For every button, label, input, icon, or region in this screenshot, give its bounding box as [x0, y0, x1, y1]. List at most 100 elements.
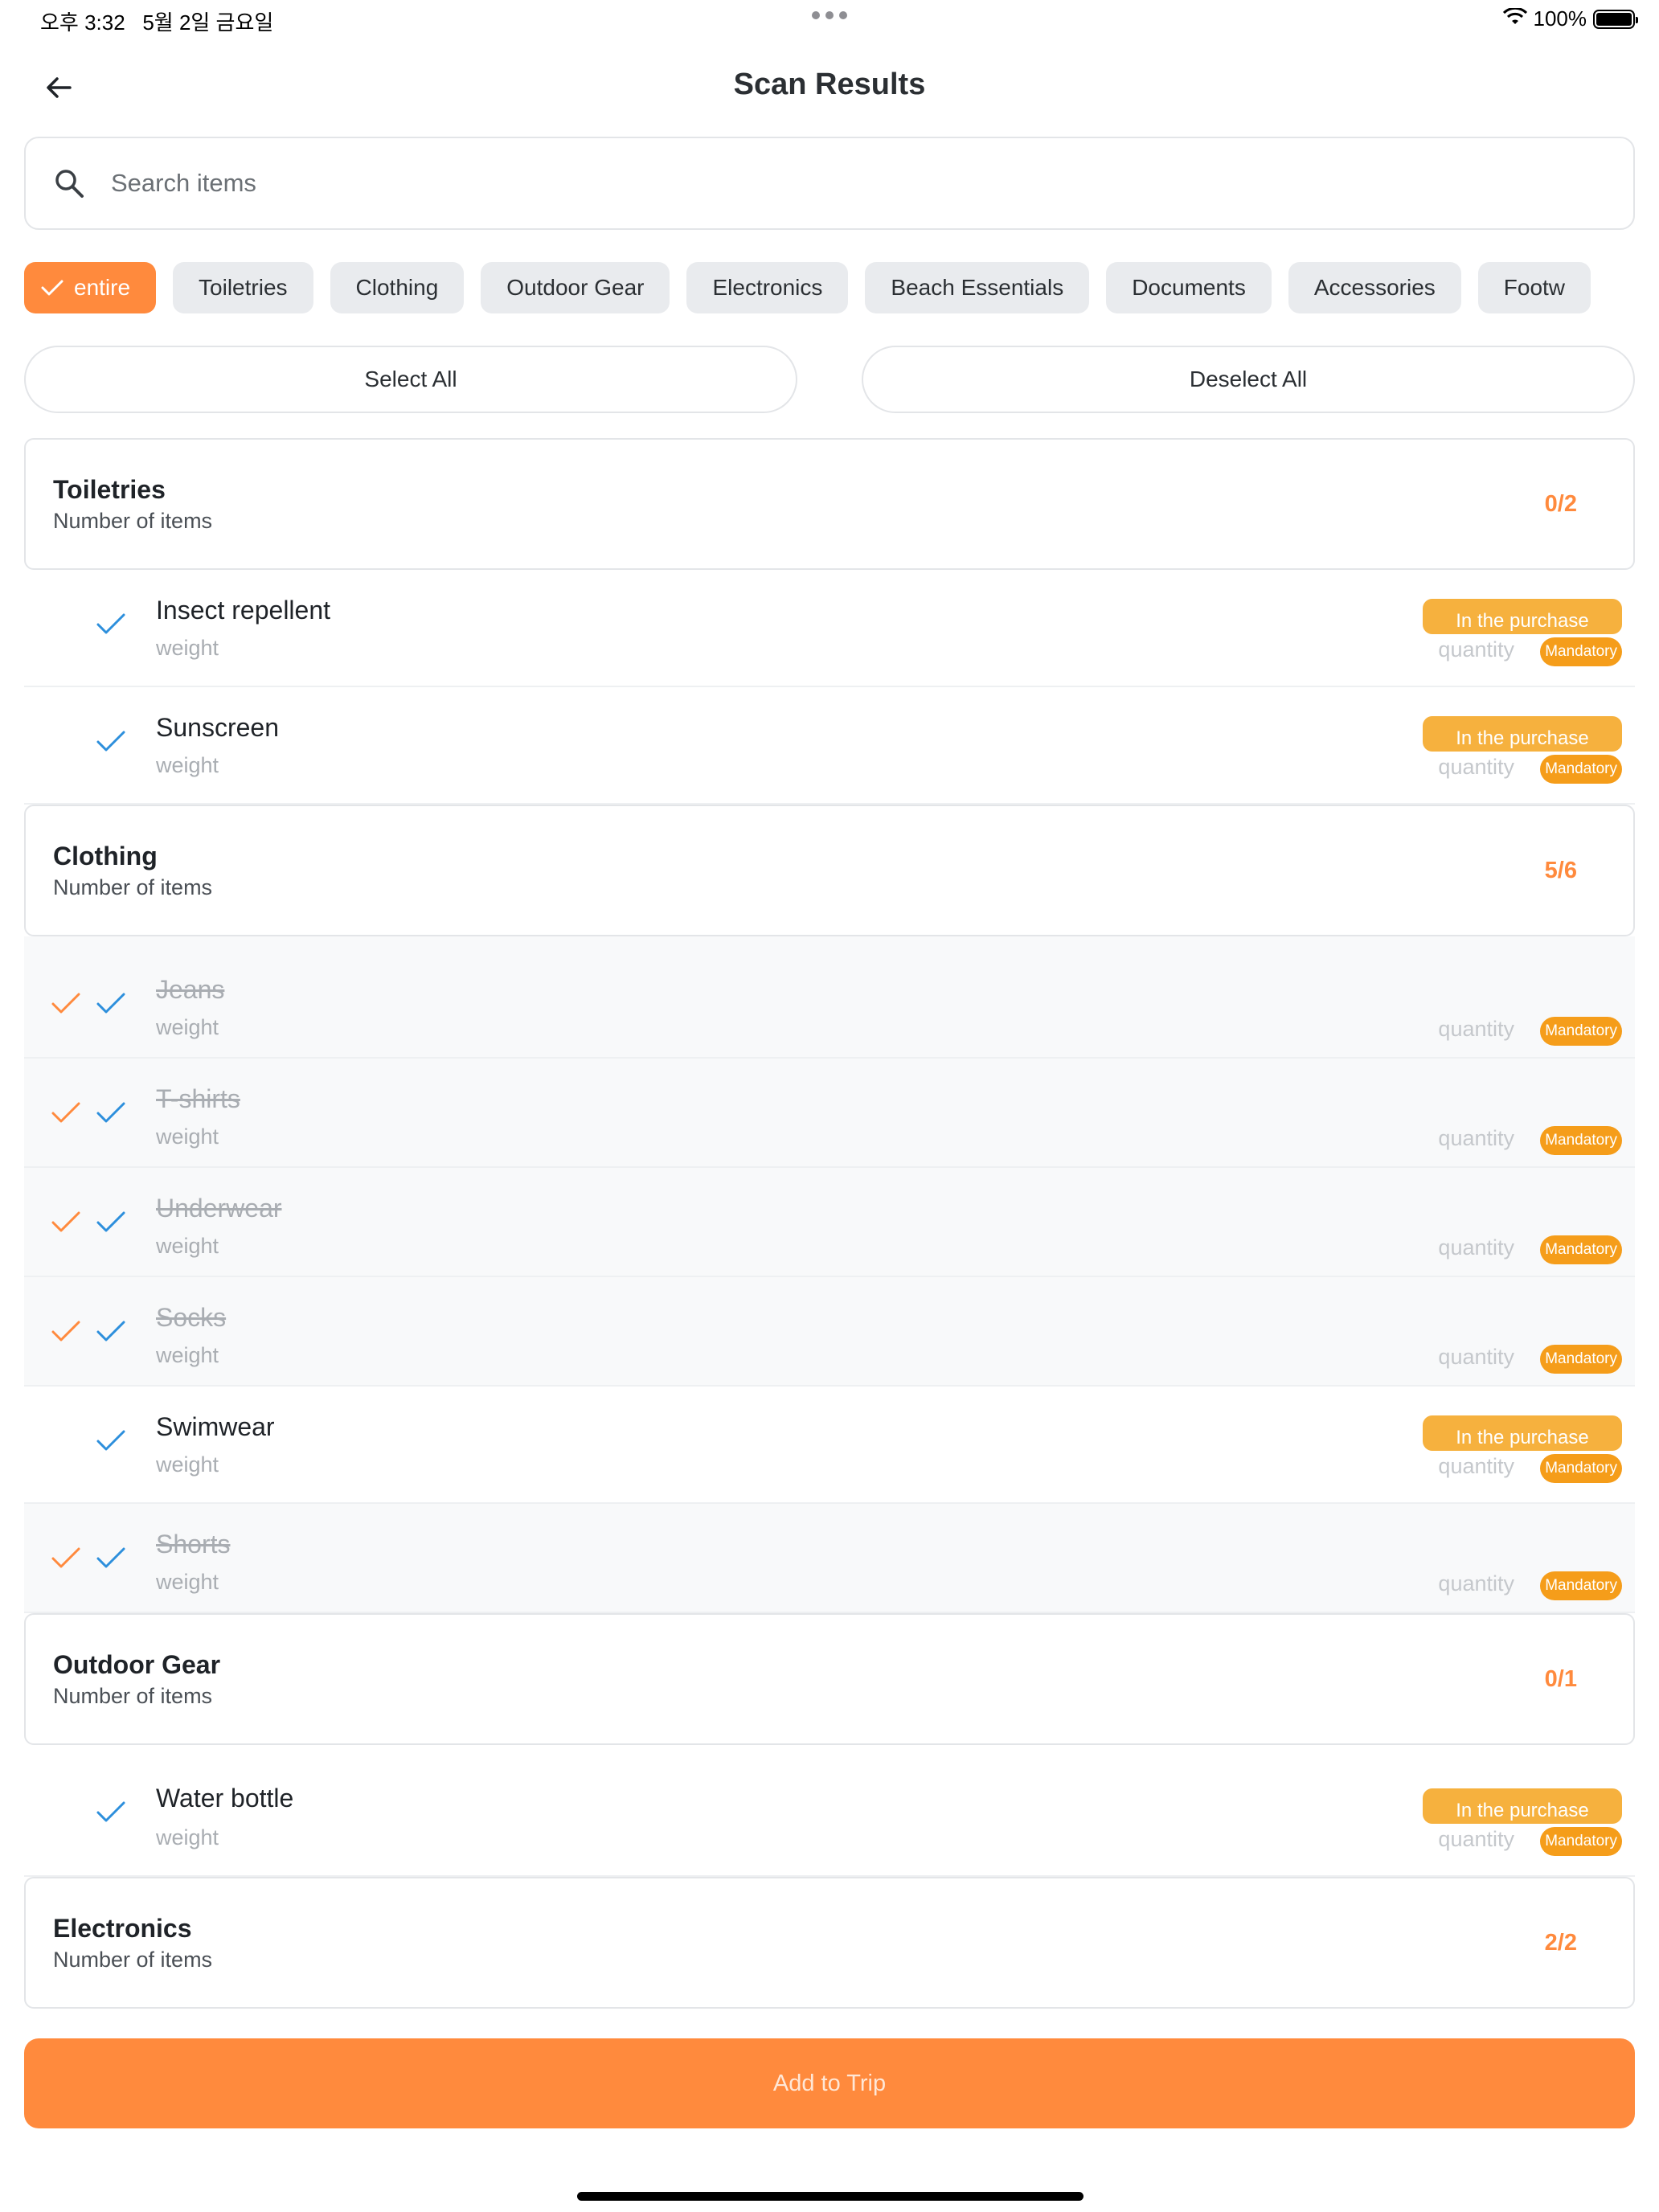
list-item[interactable]: Sunscreen weight In the purchase quantit…	[24, 687, 1635, 805]
chip-label: Beach Essentials	[891, 275, 1064, 300]
item-quantity: quantity	[1438, 755, 1514, 779]
purchase-badge[interactable]: In the purchase	[1423, 599, 1622, 634]
check-icon[interactable]	[95, 1319, 127, 1345]
packed-check-icon[interactable]	[50, 1319, 82, 1345]
multitask-dots-icon[interactable]	[812, 11, 847, 19]
status-right: 100%	[1502, 6, 1638, 31]
item-quantity: quantity	[1438, 1235, 1514, 1260]
chip-entire[interactable]: entire	[24, 262, 157, 313]
list-item[interactable]: Jeans weight quantity Mandatory	[24, 949, 1635, 1059]
status-bar: 오후 3:32 5월 2일 금요일 100%	[0, 0, 1659, 40]
mandatory-badge: Mandatory	[1540, 1571, 1622, 1600]
chip-label: Footw	[1503, 275, 1566, 300]
mandatory-badge: Mandatory	[1540, 1235, 1622, 1264]
chip-electronics[interactable]: Electronics	[686, 262, 849, 313]
chip-outdoor-gear[interactable]: Outdoor Gear	[481, 262, 670, 313]
item-quantity: quantity	[1438, 1827, 1514, 1851]
list-item[interactable]: Insect repellent weight In the purchase …	[24, 570, 1635, 687]
list-item[interactable]: Swimwear weight In the purchase quantity…	[24, 1387, 1635, 1504]
chip-label: entire	[74, 275, 131, 300]
purchase-badge[interactable]: In the purchase	[1423, 1415, 1622, 1451]
mandatory-badge: Mandatory	[1540, 637, 1622, 666]
category-header-outdoor-gear[interactable]: Outdoor Gear Number of items 0/1	[24, 1613, 1635, 1745]
category-name: Toiletries	[53, 475, 166, 504]
category-header-clothing[interactable]: Clothing Number of items 5/6	[24, 805, 1635, 936]
item-name: Insect repellent	[156, 596, 331, 625]
check-icon[interactable]	[95, 1100, 127, 1126]
packed-check-icon[interactable]	[50, 991, 82, 1017]
chip-label: Accessories	[1313, 275, 1436, 300]
check-icon[interactable]	[95, 1210, 127, 1235]
item-weight: weight	[156, 1234, 219, 1258]
select-all-button[interactable]: Select All	[24, 346, 797, 413]
list-item[interactable]: Water bottle weight In the purchase quan…	[24, 1745, 1635, 1877]
mandatory-badge: Mandatory	[1540, 1345, 1622, 1374]
packed-check-icon[interactable]	[50, 1100, 82, 1126]
check-icon[interactable]	[95, 729, 127, 755]
list-item[interactable]: Socks weight quantity Mandatory	[24, 1277, 1635, 1387]
search-box[interactable]	[24, 137, 1635, 230]
battery-percent: 100%	[1533, 6, 1587, 31]
search-input[interactable]	[111, 169, 1558, 198]
deselect-all-button[interactable]: Deselect All	[862, 346, 1635, 413]
chip-documents[interactable]: Documents	[1106, 262, 1272, 313]
category-name: Electronics	[53, 1914, 192, 1943]
check-icon[interactable]	[95, 991, 127, 1017]
list-item[interactable]: T-shirts weight quantity Mandatory	[24, 1059, 1635, 1168]
check-icon[interactable]	[95, 1800, 127, 1825]
item-weight: weight	[156, 753, 219, 777]
item-name: Socks	[156, 1303, 227, 1332]
item-name: T-shirts	[156, 1084, 240, 1113]
chip-toiletries[interactable]: Toiletries	[173, 262, 313, 313]
chip-label: Clothing	[355, 275, 439, 300]
check-icon[interactable]	[95, 612, 127, 637]
packed-check-icon[interactable]	[50, 1210, 82, 1235]
check-icon[interactable]	[95, 1428, 127, 1454]
item-name: Underwear	[156, 1194, 282, 1223]
scan-results-list: Toiletries Number of items 0/2 Insect re…	[24, 438, 1635, 2009]
item-quantity: quantity	[1438, 1571, 1514, 1596]
item-quantity: quantity	[1438, 637, 1514, 662]
item-quantity: quantity	[1438, 1345, 1514, 1369]
category-count: 0/2	[1544, 491, 1577, 517]
packed-check-icon[interactable]	[50, 1546, 82, 1571]
item-name: Sunscreen	[156, 713, 279, 742]
purchase-badge[interactable]: In the purchase	[1423, 716, 1622, 752]
list-item[interactable]: Shorts weight quantity Mandatory	[24, 1504, 1635, 1613]
page-title: Scan Results	[733, 68, 926, 101]
add-to-trip-button[interactable]: Add to Trip	[24, 2038, 1635, 2128]
chip-label: Electronics	[712, 275, 823, 300]
chip-label: Documents	[1132, 275, 1246, 300]
item-weight: weight	[156, 1343, 219, 1367]
chip-accessories[interactable]: Accessories	[1288, 262, 1461, 313]
chip-label: Toiletries	[199, 275, 288, 300]
category-subtitle: Number of items	[53, 509, 213, 533]
list-item[interactable]: Underwear weight quantity Mandatory	[24, 1168, 1635, 1277]
check-icon	[40, 278, 64, 297]
item-weight: weight	[156, 636, 219, 660]
chip-clothing[interactable]: Clothing	[330, 262, 465, 313]
item-weight: weight	[156, 1124, 219, 1149]
category-subtitle: Number of items	[53, 1684, 213, 1708]
chip-beach-essentials[interactable]: Beach Essentials	[865, 262, 1090, 313]
category-header-electronics[interactable]: Electronics Number of items 2/2	[24, 1877, 1635, 2009]
category-count: 5/6	[1544, 858, 1577, 883]
category-subtitle: Number of items	[53, 875, 213, 899]
item-weight: weight	[156, 1825, 219, 1849]
category-header-toiletries[interactable]: Toiletries Number of items 0/2	[24, 438, 1635, 570]
item-weight: weight	[156, 1570, 219, 1594]
mandatory-badge: Mandatory	[1540, 755, 1622, 784]
home-indicator[interactable]	[577, 2192, 1083, 2201]
category-subtitle: Number of items	[53, 1948, 213, 1972]
category-filter-chips: entire Toiletries Clothing Outdoor Gear Ele…	[24, 262, 1635, 315]
item-quantity: quantity	[1438, 1126, 1514, 1150]
check-icon[interactable]	[95, 1546, 127, 1571]
chip-footwear[interactable]: Footw	[1477, 262, 1591, 313]
purchase-badge[interactable]: In the purchase	[1423, 1788, 1622, 1824]
item-quantity: quantity	[1438, 1454, 1514, 1478]
item-weight: weight	[156, 1015, 219, 1039]
wifi-icon	[1502, 6, 1527, 31]
mandatory-badge: Mandatory	[1540, 1454, 1622, 1483]
category-name: Clothing	[53, 842, 158, 870]
chip-label: Outdoor Gear	[506, 275, 645, 300]
